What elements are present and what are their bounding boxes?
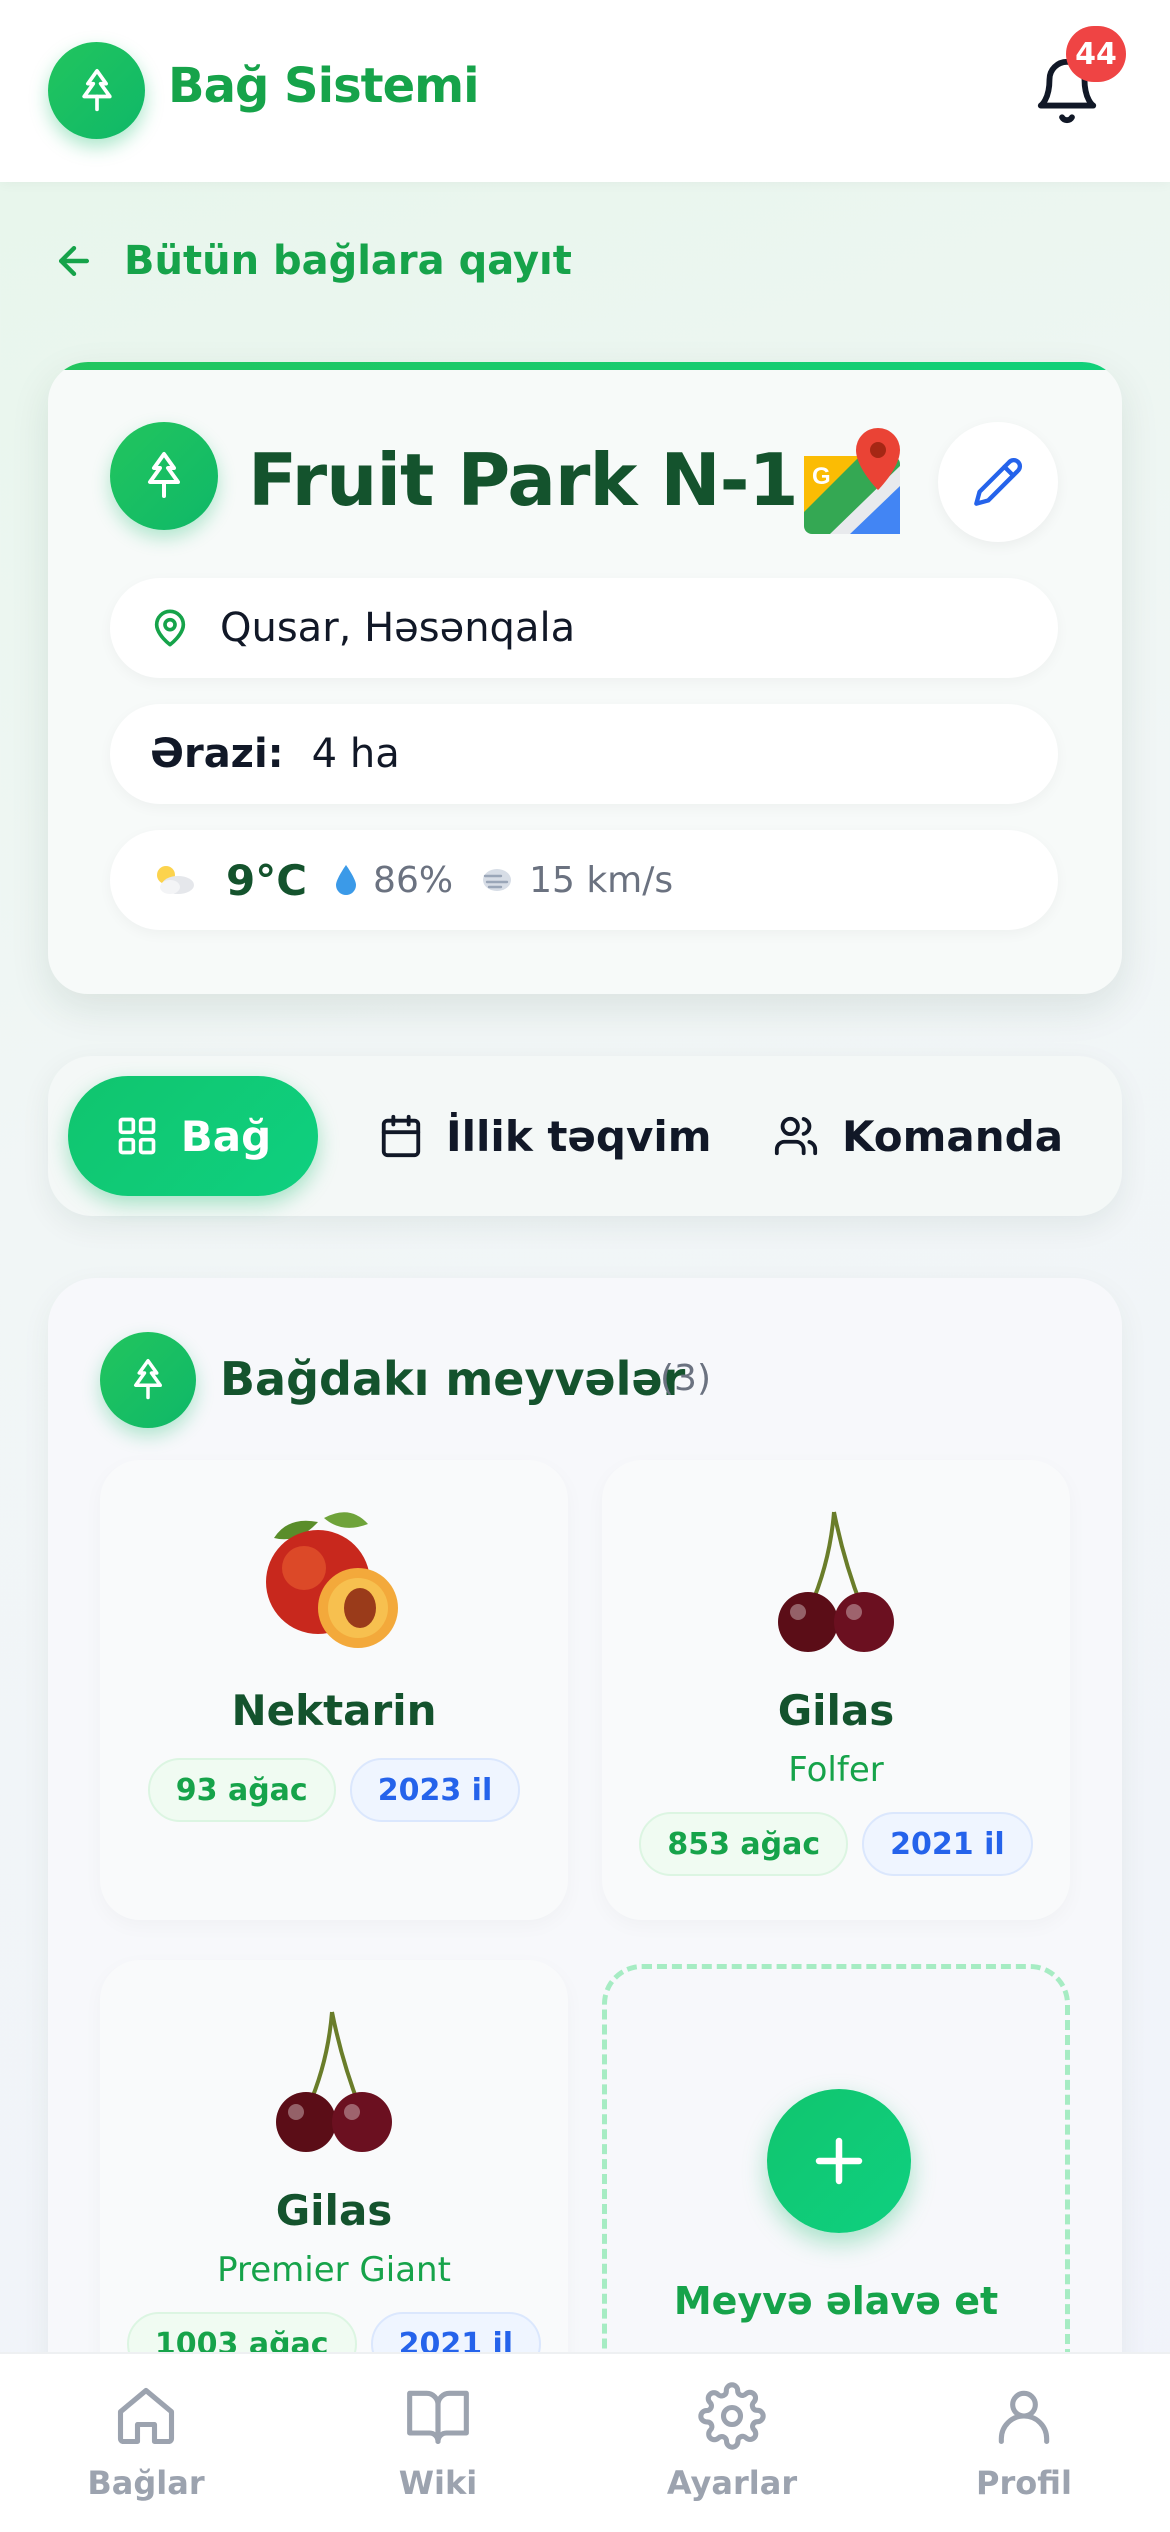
wind-speed: 15 km/s <box>529 859 674 901</box>
plus-icon[interactable] <box>767 2089 911 2233</box>
section-title: Bağdakı meyvələr <box>220 1352 686 1406</box>
add-fruit-label: Meyvə əlavə et <box>673 2279 999 2323</box>
fruit-card[interactable]: Nektarin 93 ağac 2023 il <box>100 1460 568 1920</box>
cherry-image <box>778 1511 894 1652</box>
nav-label: Ayarlar <box>666 2464 798 2502</box>
location-pill: Qusar, Həsənqala <box>110 578 1058 678</box>
tab-label: Bağ <box>180 1111 272 1161</box>
tab-annual-calendar[interactable]: İllik təqvim <box>378 1076 712 1196</box>
wind-icon <box>483 869 512 891</box>
humidity: 86% <box>373 859 454 901</box>
card-accent-bar <box>48 362 1122 370</box>
weather-pill: 9°C 86% 15 km/s <box>110 830 1058 930</box>
app-title: Bağ Sistemi <box>168 58 480 114</box>
area-value: 4 ha <box>311 731 400 777</box>
partly-cloudy-icon <box>157 866 194 894</box>
temperature: 9°C <box>226 855 308 905</box>
nav-label: Bağlar <box>87 2464 205 2502</box>
app-header: Bağ Sistemi 44 <box>0 0 1170 182</box>
notification-badge[interactable]: 44 <box>1066 26 1126 82</box>
fruit-card[interactable]: Gilas Folfer 853 ağac 2021 il <box>602 1460 1070 1920</box>
fruit-card[interactable]: Gilas Premier Giant 1003 ağac 2021 il <box>100 1960 568 2420</box>
grid-icon <box>118 1117 156 1155</box>
location-text: Qusar, Həsənqala <box>220 605 576 651</box>
nav-label: Profil <box>976 2464 1072 2502</box>
nav-label: Wiki <box>398 2464 478 2502</box>
gear-icon <box>698 2382 766 2450</box>
edit-button[interactable] <box>938 422 1058 542</box>
tree-count-badge: 93 ağac <box>147 1758 336 1822</box>
fruit-variety: Premier Giant <box>217 2250 451 2290</box>
map-pin-icon <box>154 609 186 647</box>
garden-name: Fruit Park N-1 <box>248 438 799 522</box>
nav-item-gardens[interactable]: Bağlar <box>46 2354 246 2532</box>
area-pill: Ərazi: 4 ha <box>110 704 1058 804</box>
nectarine-image <box>266 1512 398 1648</box>
garden-tabs: Bağ İllik təqvim Komanda <box>48 1056 1122 1216</box>
pencil-icon <box>974 457 1023 506</box>
book-icon <box>407 2390 469 2445</box>
area-label: Ərazi: <box>150 731 284 777</box>
google-maps-icon[interactable]: G <box>800 426 910 538</box>
fruit-name: Gilas <box>777 1686 895 1735</box>
water-drop-icon <box>336 865 357 895</box>
cherry-image <box>276 2011 392 2152</box>
bottom-navigation: Bağlar Wiki Ayarlar Profil <box>0 2352 1170 2532</box>
tab-garden[interactable]: Bağ <box>68 1076 318 1196</box>
fruit-badges: 853 ağac 2021 il <box>602 1812 1070 1876</box>
fruit-variety: Folfer <box>788 1750 884 1790</box>
nav-item-profile[interactable]: Profil <box>924 2354 1124 2532</box>
user-icon <box>998 2390 1050 2445</box>
svg-text:G: G <box>812 463 831 490</box>
tree-icon <box>100 1332 196 1428</box>
tab-label: İllik təqvim <box>446 1111 712 1161</box>
tree-count-badge: 853 ağac <box>639 1812 849 1876</box>
calendar-icon <box>381 1114 421 1158</box>
tab-team[interactable]: Komanda <box>772 1076 1063 1196</box>
home-icon <box>117 2387 175 2445</box>
arrow-left-icon <box>58 245 90 277</box>
fruits-section: Bağdakı meyvələr (3) Nektarin 93 ağac 20… <box>48 1278 1122 2532</box>
tab-label: Komanda <box>842 1111 1064 1161</box>
nav-item-wiki[interactable]: Wiki <box>338 2354 538 2532</box>
back-to-gardens-link[interactable]: Bütün bağlara qayıt <box>52 238 572 284</box>
planting-year-badge: 2021 il <box>862 1812 1033 1876</box>
users-icon <box>774 1116 818 1156</box>
fruit-count: (3) <box>660 1358 711 1399</box>
fruit-name: Gilas <box>275 2186 393 2235</box>
nav-item-settings[interactable]: Ayarlar <box>632 2354 832 2532</box>
back-link-label: Bütün bağlara qayıt <box>124 238 572 284</box>
garden-info-card: Fruit Park N-1 G Qusar, Həsənqala Ərazi:… <box>48 362 1122 994</box>
tree-icon <box>48 42 145 139</box>
fruit-badges: 93 ağac 2023 il <box>100 1758 568 1822</box>
planting-year-badge: 2023 il <box>349 1758 521 1822</box>
fruit-name: Nektarin <box>231 1686 437 1735</box>
tree-icon <box>110 422 218 530</box>
